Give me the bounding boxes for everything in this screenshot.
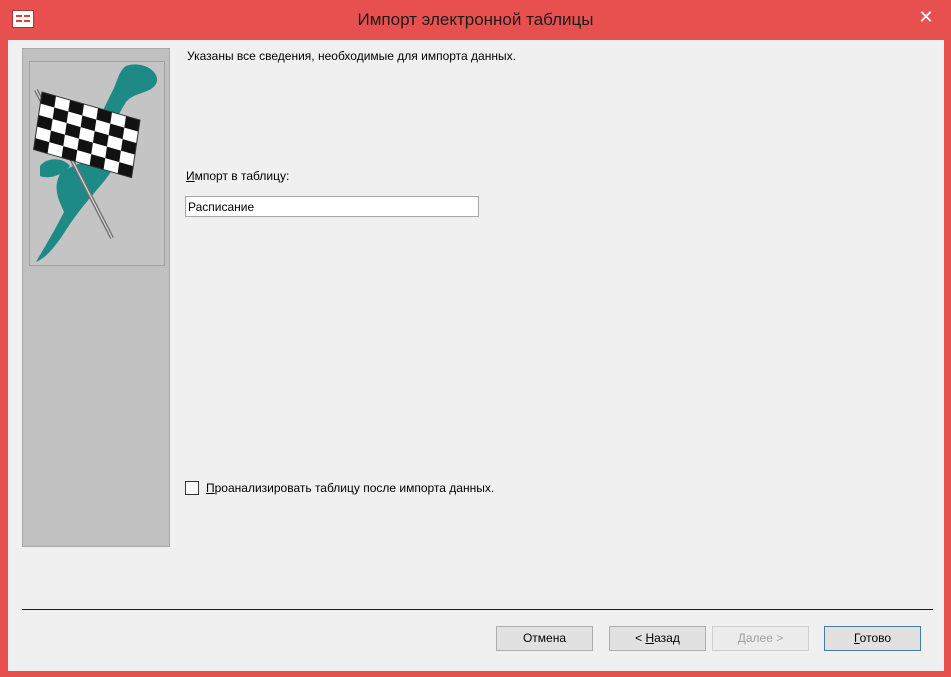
close-icon: ✕ [918, 7, 934, 28]
analyze-table-label[interactable]: Проанализировать таблицу после импорта д… [206, 481, 494, 495]
title-bar[interactable]: Импорт электронной таблицы ✕ [0, 0, 951, 40]
wizard-intro-text: Указаны все сведения, необходимые для им… [187, 49, 516, 63]
import-wizard-window: Импорт электронной таблицы ✕ Указаны все… [0, 0, 951, 677]
import-table-label: Импорт в таблицу: [186, 169, 290, 183]
close-button[interactable]: ✕ [910, 6, 942, 30]
next-button[interactable]: Далее > [712, 626, 809, 651]
wizard-content: Указаны все сведения, необходимые для им… [8, 40, 944, 671]
button-divider [22, 609, 933, 610]
import-table-name-input[interactable] [185, 196, 479, 217]
back-button[interactable]: < Назад [609, 626, 706, 651]
cancel-button[interactable]: Отмена [496, 626, 593, 651]
window-title: Импорт электронной таблицы [357, 10, 594, 29]
checkered-flag-icon [29, 61, 165, 266]
wizard-side-panel [22, 48, 170, 547]
analyze-table-checkbox[interactable] [185, 481, 199, 495]
finish-button[interactable]: Готово [824, 626, 921, 651]
